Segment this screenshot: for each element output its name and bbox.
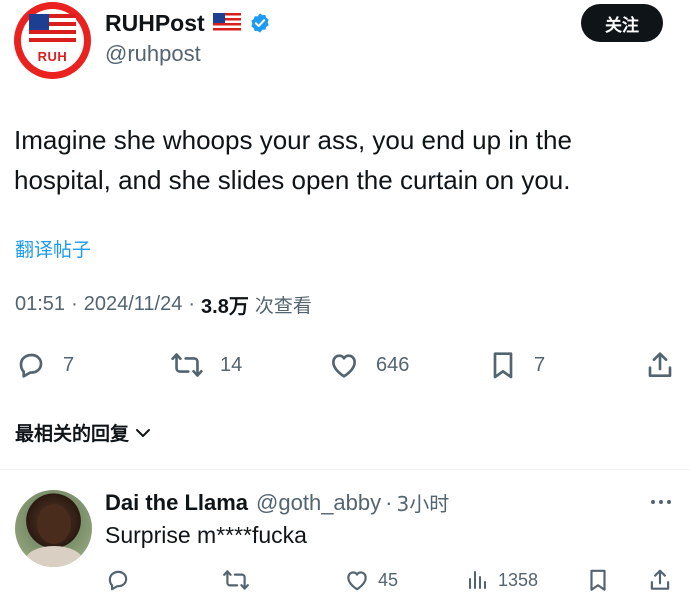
- reply-icon: [19, 353, 43, 378]
- analytics-icon: [469, 571, 486, 589]
- reply-time[interactable]: 3小时: [396, 488, 449, 517]
- reply-author-name[interactable]: Dai the Llama: [105, 490, 248, 516]
- meta-separator: ·: [188, 293, 196, 315]
- heart-icon: [332, 354, 356, 378]
- bookmark-count: 7: [534, 353, 546, 376]
- avatar-logo-text: RUH: [37, 49, 68, 64]
- reply-like-count: 45: [378, 569, 399, 590]
- divider: [0, 469, 690, 470]
- repost-icon: [171, 353, 203, 377]
- share-icon: [650, 569, 670, 590]
- replies-sort-dropdown[interactable]: 最相关的回复: [15, 419, 153, 446]
- author-handle[interactable]: @ruhpost: [105, 41, 201, 67]
- author-display-name[interactable]: RUHPost: [105, 10, 205, 37]
- tweet-meta: 01:51 · 2024/11/24 · 3.8万 次查看: [15, 290, 312, 319]
- avatar-face: [37, 504, 71, 544]
- reply-repost-button[interactable]: [222, 566, 250, 594]
- reply-button[interactable]: 7: [15, 347, 74, 383]
- reply-count: 7: [63, 353, 75, 376]
- tweet-date[interactable]: 2024/11/24: [84, 293, 183, 316]
- repost-icon: [223, 570, 249, 590]
- reply-author-handle[interactable]: @goth_abby: [256, 490, 381, 516]
- tweet-views-label: 次查看: [254, 295, 312, 317]
- more-options-icon[interactable]: [650, 498, 672, 506]
- reply-header: Dai the Llama @goth_abby · 3小时: [105, 488, 449, 517]
- like-count: 646: [376, 353, 410, 376]
- reply-reply-button[interactable]: [105, 566, 131, 594]
- like-button[interactable]: 646: [328, 347, 409, 383]
- share-icon: [648, 352, 672, 377]
- verified-badge-icon[interactable]: [249, 12, 271, 34]
- reply-separator: ·: [385, 489, 393, 515]
- tweet-view-count: 3.8万: [201, 296, 249, 318]
- heart-icon: [347, 571, 367, 591]
- bookmark-icon: [590, 569, 606, 591]
- reply-like-button[interactable]: 45: [344, 566, 398, 594]
- repost-button[interactable]: 14: [170, 347, 242, 383]
- follow-button[interactable]: 关注: [581, 4, 663, 42]
- replies-sort-label: 最相关的回复: [15, 423, 130, 445]
- reply-text: Surprise m****fucka: [105, 522, 307, 548]
- reply-view-count: 1358: [498, 569, 539, 590]
- avatar-shirt: [25, 546, 83, 567]
- tweet-time[interactable]: 01:51: [15, 293, 65, 316]
- chevron-down-icon: [136, 428, 151, 437]
- bookmark-icon: [493, 352, 513, 379]
- bookmark-button[interactable]: 7: [488, 347, 545, 383]
- us-flag-icon: [29, 14, 76, 46]
- reply-author-avatar[interactable]: [15, 490, 92, 567]
- reply-icon: [108, 570, 128, 591]
- tweet-text: Imagine she whoops your ass, you end up …: [14, 125, 572, 195]
- reply-share-button[interactable]: [647, 566, 673, 594]
- translate-post-link[interactable]: 翻译帖子: [15, 235, 91, 262]
- author-name-row: RUHPost: [105, 6, 271, 40]
- share-button[interactable]: [644, 347, 676, 383]
- author-avatar[interactable]: RUH: [14, 2, 91, 79]
- meta-separator: ·: [71, 293, 78, 315]
- us-flag-emoji-icon: [212, 13, 241, 33]
- reply-bookmark-button[interactable]: [586, 566, 610, 594]
- reply-views-button[interactable]: 1358: [466, 566, 538, 594]
- repost-count: 14: [220, 353, 243, 376]
